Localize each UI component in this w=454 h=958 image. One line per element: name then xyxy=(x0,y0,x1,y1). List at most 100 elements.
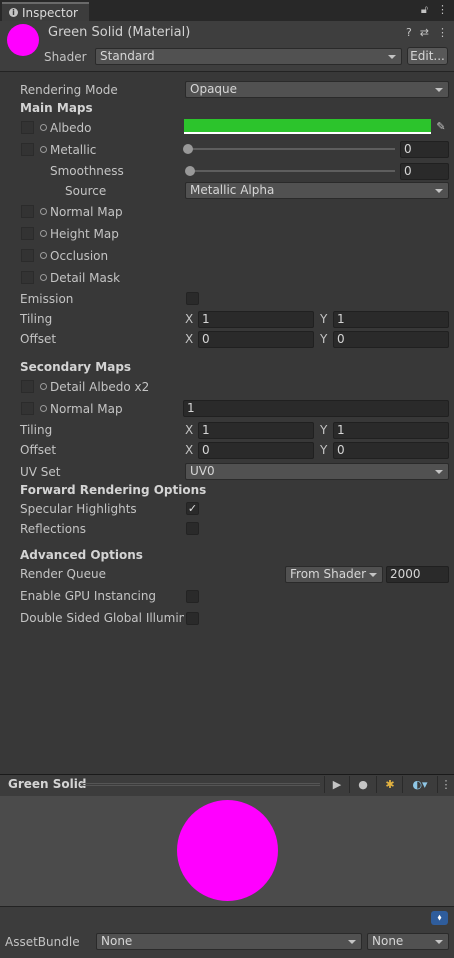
secondary-tiling-x-field[interactable]: 1 xyxy=(198,422,314,439)
uv-set-label: UV Set xyxy=(20,465,61,479)
skybox-dropdown-icon[interactable]: ◐▾ xyxy=(405,776,435,793)
smoothness-label: Smoothness xyxy=(50,164,124,178)
uv-set-dropdown[interactable]: UV0 xyxy=(185,463,449,480)
advanced-options-heading: Advanced Options xyxy=(20,548,143,562)
smoothness-slider-handle[interactable] xyxy=(185,166,195,176)
play-icon[interactable]: ▶ xyxy=(327,776,347,793)
secondary-offset-x-field[interactable]: 0 xyxy=(198,442,314,459)
object-picker-icon[interactable] xyxy=(40,208,47,215)
preview-title: Green Solid xyxy=(8,777,87,791)
object-picker-icon[interactable] xyxy=(40,383,47,390)
toolbar-divider xyxy=(324,776,325,793)
albedo-label: Albedo xyxy=(50,121,92,135)
detail-albedo-label: Detail Albedo x2 xyxy=(50,380,150,394)
tab-icons: 🔓︎ ⋮ xyxy=(421,3,448,17)
offset-y-field[interactable]: 0 xyxy=(333,331,449,348)
rendering-mode-value: Opaque xyxy=(190,82,238,96)
metallic-slider-track[interactable] xyxy=(188,148,395,150)
secondary-tiling-y-axis-label: Y xyxy=(320,423,328,437)
eyedropper-icon[interactable]: ✎ xyxy=(433,118,449,135)
toolbar-divider xyxy=(349,776,350,793)
secondary-tiling-x-axis-label: X xyxy=(185,423,194,437)
emission-checkbox[interactable] xyxy=(186,292,199,305)
tiling-y-field[interactable]: 1 xyxy=(333,311,449,328)
offset-y-axis-label: Y xyxy=(320,332,328,346)
secondary-normal-map-label: Normal Map xyxy=(50,402,123,416)
object-picker-icon[interactable] xyxy=(40,230,47,237)
metallic-texture-slot[interactable] xyxy=(21,143,34,156)
offset-x-field[interactable]: 0 xyxy=(198,331,314,348)
asset-bundle-name-value: None xyxy=(101,934,133,948)
normal-map-scale-field[interactable]: 1 xyxy=(183,400,449,417)
gpu-instancing-checkbox[interactable] xyxy=(186,590,199,603)
metallic-label: Metallic xyxy=(50,143,97,157)
toolbar-divider xyxy=(376,776,377,793)
reflections-checkbox[interactable] xyxy=(186,522,199,535)
occlusion-texture-slot[interactable] xyxy=(21,249,34,262)
object-picker-icon[interactable] xyxy=(40,124,47,131)
header-icons: ? ⇄ ⋮ xyxy=(406,26,448,39)
albedo-color-field[interactable] xyxy=(184,119,431,134)
double-sided-gi-label: Double Sided Global Illuminat xyxy=(20,611,184,625)
asset-bundle-variant-dropdown[interactable]: None xyxy=(367,933,449,950)
specular-highlights-label: Specular Highlights xyxy=(20,502,137,516)
shader-value: Standard xyxy=(100,49,155,63)
object-picker-icon[interactable] xyxy=(40,252,47,259)
chevron-down-icon xyxy=(435,88,443,92)
label-tag-icon[interactable]: ⬧ xyxy=(431,911,448,925)
forward-rendering-heading: Forward Rendering Options xyxy=(20,483,207,497)
object-picker-icon[interactable] xyxy=(40,146,47,153)
tiling-x-axis-label: X xyxy=(185,312,194,326)
offset-label: Offset xyxy=(20,332,57,346)
chevron-down-icon xyxy=(435,470,443,474)
material-title: Green Solid (Material) xyxy=(48,25,191,40)
more-menu-icon[interactable]: ⋮ xyxy=(437,26,448,39)
secondary-normal-map-texture-slot[interactable] xyxy=(21,402,34,415)
tab-inspector[interactable]: i Inspector xyxy=(2,2,89,21)
double-sided-gi-checkbox[interactable] xyxy=(186,612,199,625)
sphere-preview-icon[interactable]: ● xyxy=(352,776,374,793)
object-picker-icon[interactable] xyxy=(40,274,47,281)
albedo-texture-slot[interactable] xyxy=(21,121,34,134)
normal-map-texture-slot[interactable] xyxy=(21,205,34,218)
edit-shader-button[interactable]: Edit... xyxy=(407,47,448,65)
specular-highlights-checkbox[interactable]: ✓ xyxy=(186,502,199,515)
tiling-label: Tiling xyxy=(20,312,53,326)
secondary-offset-label: Offset xyxy=(20,443,57,457)
asset-bundle-name-dropdown[interactable]: None xyxy=(96,933,362,950)
secondary-offset-x-axis-label: X xyxy=(185,443,194,457)
more-menu-icon[interactable]: ⋮ xyxy=(440,776,452,793)
normal-map-label: Normal Map xyxy=(50,205,123,219)
preview-drag-handle[interactable] xyxy=(80,783,320,786)
asset-bundle-variant-value: None xyxy=(372,934,404,948)
smoothness-slider-track[interactable] xyxy=(190,170,395,172)
chevron-down-icon xyxy=(435,189,443,193)
toolbar-divider xyxy=(437,776,438,793)
secondary-tiling-y-field[interactable]: 1 xyxy=(333,422,449,439)
render-queue-value-field[interactable]: 2000 xyxy=(386,566,449,583)
object-picker-icon[interactable] xyxy=(40,405,47,412)
tiling-x-field[interactable]: 1 xyxy=(198,311,314,328)
render-queue-mode-dropdown[interactable]: From Shader xyxy=(285,566,383,583)
height-map-texture-slot[interactable] xyxy=(21,227,34,240)
smoothness-value-field[interactable]: 0 xyxy=(400,163,449,180)
secondary-offset-y-field[interactable]: 0 xyxy=(333,442,449,459)
emission-label: Emission xyxy=(20,292,74,306)
material-preview-sphere[interactable] xyxy=(177,800,278,901)
lighting-icon[interactable]: ✱ xyxy=(379,776,401,793)
offset-x-axis-label: X xyxy=(185,332,194,346)
more-menu-icon[interactable]: ⋮ xyxy=(437,3,448,17)
help-icon[interactable]: ? xyxy=(406,26,412,39)
lock-icon[interactable]: 🔓︎ xyxy=(421,3,428,17)
source-dropdown[interactable]: Metallic Alpha xyxy=(185,182,449,199)
detail-albedo-texture-slot[interactable] xyxy=(21,380,34,393)
settings-icon[interactable]: ⇄ xyxy=(420,26,429,39)
chevron-down-icon xyxy=(435,940,443,944)
metallic-value-field[interactable]: 0 xyxy=(400,141,449,158)
detail-mask-texture-slot[interactable] xyxy=(21,271,34,284)
render-queue-mode-value: From Shader xyxy=(290,567,367,581)
shader-dropdown[interactable]: Standard xyxy=(95,48,402,65)
metallic-slider-handle[interactable] xyxy=(183,144,193,154)
rendering-mode-dropdown[interactable]: Opaque xyxy=(185,81,449,98)
asset-bundle-bar xyxy=(0,906,454,958)
